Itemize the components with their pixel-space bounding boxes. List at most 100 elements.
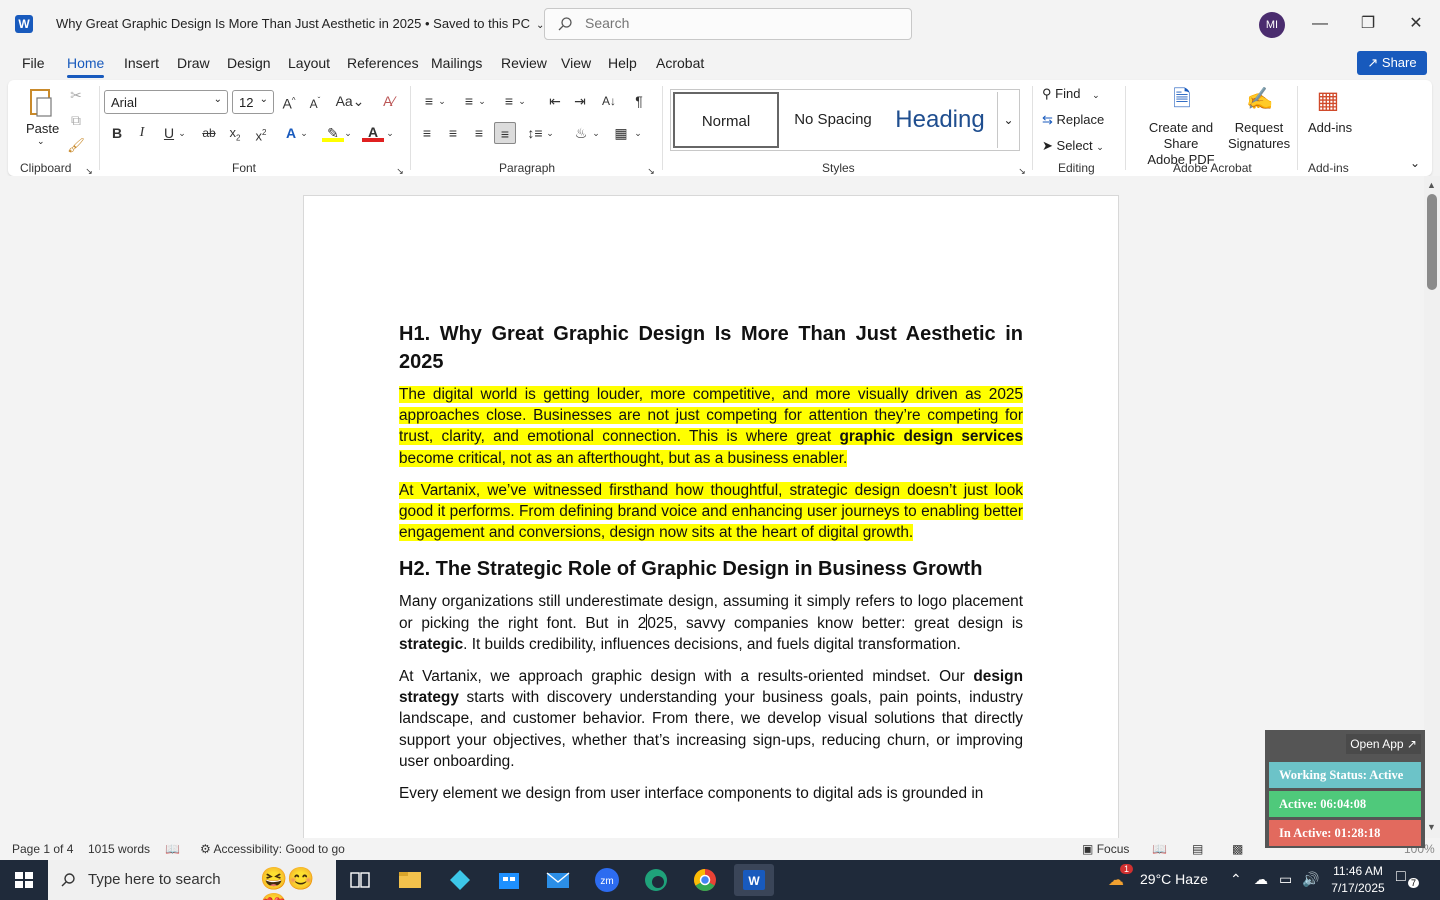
minimize-icon[interactable]: — bbox=[1304, 8, 1336, 40]
style-normal[interactable]: Normal bbox=[673, 92, 779, 148]
tab-mailings[interactable]: Mailings bbox=[431, 55, 482, 71]
scroll-up-icon[interactable]: ▲ bbox=[1427, 180, 1436, 190]
system-clock[interactable]: 11:46 AM 7/17/2025 bbox=[1326, 863, 1390, 897]
decrease-indent-icon[interactable]: ⇤ bbox=[544, 90, 566, 112]
close-icon[interactable]: ✕ bbox=[1400, 8, 1432, 40]
request-signatures-button[interactable]: Request Signatures bbox=[1228, 120, 1290, 152]
avatar[interactable]: MI bbox=[1259, 12, 1285, 38]
chevron-down-icon[interactable]: ⌄ bbox=[298, 122, 310, 144]
heading-2[interactable]: H2. The Strategic Role of Graphic Design… bbox=[399, 555, 1023, 583]
chevron-down-icon[interactable]: ⌄ bbox=[544, 122, 556, 144]
focus-button[interactable]: ▣ Focus bbox=[1082, 842, 1129, 856]
tab-design[interactable]: Design bbox=[227, 55, 271, 71]
mail-icon[interactable] bbox=[538, 864, 578, 896]
font-color-icon[interactable]: A bbox=[362, 122, 384, 142]
web-layout-icon[interactable]: ▩ bbox=[1232, 842, 1243, 856]
weather-widget[interactable]: ☁ 1 29°C Haze bbox=[1108, 860, 1218, 900]
chrome-icon[interactable] bbox=[685, 864, 725, 896]
font-family-select[interactable]: Arial ⌄ bbox=[104, 90, 228, 114]
network-cloud-icon[interactable]: ☁ bbox=[1254, 871, 1268, 888]
borders-icon[interactable]: ▦ bbox=[610, 122, 632, 144]
style-heading[interactable]: Heading bbox=[885, 92, 995, 148]
chevron-down-icon[interactable]: ⌄ bbox=[516, 90, 528, 112]
chevron-down-icon[interactable]: ⌄ bbox=[590, 122, 602, 144]
grow-font-icon[interactable]: A^ bbox=[278, 90, 300, 112]
chevron-down-icon[interactable]: ⌄ bbox=[476, 90, 488, 112]
paste-button-label[interactable]: Paste bbox=[26, 121, 59, 136]
search-input[interactable] bbox=[585, 15, 885, 31]
chevron-down-icon[interactable]: ⌄ bbox=[384, 122, 396, 144]
app-icon[interactable] bbox=[440, 864, 480, 896]
highlight-color-icon[interactable]: ✎ bbox=[322, 122, 344, 142]
display-icon[interactable]: ▭ bbox=[1279, 871, 1292, 888]
request-signatures-icon[interactable]: ✍ bbox=[1246, 84, 1274, 114]
replace-button[interactable]: ⇆ Replace bbox=[1042, 112, 1104, 128]
sort-icon[interactable]: A↓ bbox=[598, 90, 620, 112]
proofing-icon[interactable]: 📖 bbox=[165, 842, 180, 856]
paragraph-5[interactable]: Every element we design from user interf… bbox=[399, 783, 1023, 804]
word-taskbar-icon[interactable]: W bbox=[734, 864, 774, 896]
clear-formatting-icon[interactable]: A∕ bbox=[378, 90, 400, 112]
align-right-icon[interactable]: ≡ bbox=[468, 122, 490, 144]
bold-icon[interactable]: B bbox=[106, 122, 128, 144]
paste-icon[interactable] bbox=[28, 86, 54, 120]
align-left-icon[interactable]: ≡ bbox=[416, 122, 438, 144]
select-button[interactable]: ➤ Select ⌄ bbox=[1042, 138, 1104, 154]
chevron-down-icon[interactable]: ⌄ bbox=[176, 122, 188, 144]
paragraph-1[interactable]: The digital world is getting louder, mor… bbox=[399, 384, 1023, 469]
task-view-icon[interactable] bbox=[340, 864, 380, 896]
justify-icon[interactable]: ≡ bbox=[494, 122, 516, 144]
tab-home[interactable]: Home bbox=[67, 55, 105, 78]
chevron-down-icon[interactable]: ⌄ bbox=[436, 90, 448, 112]
align-center-icon[interactable]: ≡ bbox=[442, 122, 464, 144]
collapse-ribbon-icon[interactable]: ⌄ bbox=[1410, 156, 1420, 170]
tab-insert[interactable]: Insert bbox=[124, 55, 159, 71]
show-formatting-marks-icon[interactable]: ¶ bbox=[628, 90, 650, 112]
zoom-icon[interactable]: zm bbox=[587, 864, 627, 896]
page-count[interactable]: Page 1 of 4 bbox=[12, 842, 73, 856]
share-button[interactable]: ↗ Share bbox=[1357, 51, 1427, 75]
accessibility-status[interactable]: ⚙ Accessibility: Good to go bbox=[200, 842, 345, 856]
copy-icon[interactable]: ⧉ bbox=[65, 109, 87, 131]
shading-icon[interactable]: ♨ bbox=[570, 122, 592, 144]
microsoft-store-icon[interactable] bbox=[489, 864, 529, 896]
document-canvas[interactable]: H1. Why Great Graphic Design Is More Tha… bbox=[0, 176, 1424, 838]
tab-acrobat[interactable]: Acrobat bbox=[656, 55, 704, 71]
heading-1[interactable]: H1. Why Great Graphic Design Is More Tha… bbox=[399, 320, 1023, 376]
windows-start-icon[interactable] bbox=[0, 860, 48, 900]
styles-more-icon[interactable]: ⌄ bbox=[997, 92, 1019, 148]
add-ins-button[interactable]: Add-ins bbox=[1308, 120, 1352, 135]
paragraph-3[interactable]: Many organizations still underestimate d… bbox=[399, 591, 1023, 655]
paragraph-2[interactable]: At Vartanix, we’ve witnessed firsthand h… bbox=[399, 480, 1023, 544]
notification-center-icon[interactable]: □ 7 bbox=[1396, 868, 1422, 888]
create-pdf-icon[interactable]: 🗎 bbox=[1168, 84, 1196, 114]
add-ins-icon[interactable]: ▦ bbox=[1314, 86, 1342, 116]
cut-icon[interactable]: ✂ bbox=[65, 84, 87, 106]
taskbar-search[interactable]: Type here to search 😆😊😍 bbox=[48, 860, 336, 900]
open-app-button[interactable]: Open App ↗ bbox=[1346, 734, 1421, 754]
tab-draw[interactable]: Draw bbox=[177, 55, 210, 71]
italic-icon[interactable]: I bbox=[131, 122, 153, 144]
chevron-down-icon[interactable]: ⌄ bbox=[342, 122, 354, 144]
word-app-icon[interactable]: W bbox=[15, 15, 33, 33]
tab-layout[interactable]: Layout bbox=[288, 55, 330, 71]
print-layout-icon[interactable]: ▤ bbox=[1192, 842, 1203, 856]
document-page[interactable]: H1. Why Great Graphic Design Is More Tha… bbox=[303, 195, 1119, 838]
chevron-down-icon[interactable]: ⌄ bbox=[632, 122, 644, 144]
superscript-icon[interactable]: x2 bbox=[250, 122, 272, 144]
show-hidden-icons[interactable]: ⌃ bbox=[1230, 871, 1242, 888]
vertical-scrollbar[interactable]: ▲ ▼ bbox=[1424, 176, 1440, 838]
word-count[interactable]: 1015 words bbox=[88, 842, 150, 856]
paste-dropdown-icon[interactable]: ⌄ bbox=[37, 136, 45, 147]
tab-view[interactable]: View bbox=[561, 55, 591, 71]
change-case-icon[interactable]: Aa⌄ bbox=[334, 90, 366, 112]
shrink-font-icon[interactable]: Aˇ bbox=[304, 90, 326, 112]
tab-help[interactable]: Help bbox=[608, 55, 637, 71]
edge-icon[interactable] bbox=[636, 864, 676, 896]
format-painter-icon[interactable]: 🖌 bbox=[65, 134, 87, 156]
restore-icon[interactable]: ❐ bbox=[1352, 8, 1384, 40]
find-button[interactable]: ⚲ Find ⌄ bbox=[1042, 86, 1100, 102]
search-box[interactable] bbox=[544, 8, 912, 40]
tab-file[interactable]: File bbox=[22, 55, 45, 71]
document-title[interactable]: Why Great Graphic Design Is More Than Ju… bbox=[56, 16, 544, 31]
